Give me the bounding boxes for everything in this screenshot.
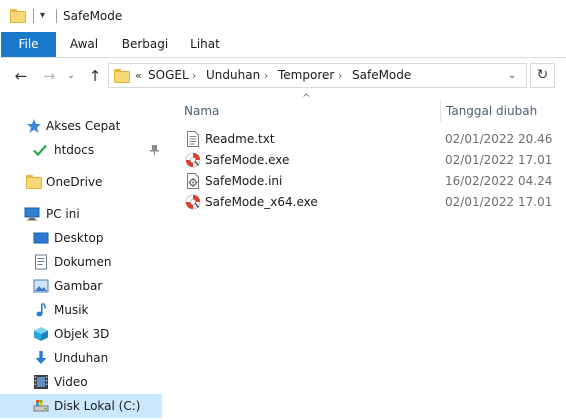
file-date: 16/02/2022 04.24	[445, 174, 553, 188]
column-header-date-modified[interactable]: Tanggal diubah	[440, 100, 566, 122]
nav-item-downloads[interactable]: Unduhan	[0, 346, 168, 370]
drive-icon	[33, 400, 49, 412]
quick-access-dropdown-icon[interactable]: ▾	[40, 8, 45, 24]
file-date: 02/01/2022 20.46	[445, 132, 553, 146]
file-row[interactable]: SafeMode.ini 16/02/2022 04.24	[176, 171, 566, 192]
check-icon	[33, 144, 47, 157]
nav-item-quick-access[interactable]: Akses Cepat	[0, 114, 168, 138]
config-file-icon	[187, 173, 199, 189]
tab-file[interactable]: File	[1, 32, 56, 57]
nav-item-documents[interactable]: Dokumen	[0, 250, 168, 274]
up-button[interactable]: ↑	[84, 66, 106, 86]
nav-item-htdocs[interactable]: htdocs	[0, 138, 168, 162]
navigation-bar: ← → ⌄ ↑ « SOGEL › Unduhan › Temporer › S…	[0, 58, 566, 94]
file-date: 02/01/2022 17.01	[445, 195, 553, 209]
nav-item-local-disk[interactable]: Disk Lokal (C:)	[0, 394, 162, 418]
breadcrumb-sogel[interactable]: SOGEL	[148, 64, 189, 87]
title-bar: ▾ SafeMode	[0, 0, 566, 32]
nav-item-label: Video	[54, 375, 88, 389]
lifebuoy-icon	[185, 194, 201, 210]
lifebuoy-icon	[185, 152, 201, 168]
nav-item-label: Dokumen	[54, 255, 112, 269]
nav-item-videos[interactable]: Video	[0, 370, 168, 394]
column-header-name[interactable]: Nama	[184, 100, 438, 122]
navigation-pane: Akses Cepat htdocs OneDrive PC ini Deskt…	[0, 94, 168, 420]
nav-item-label: Musik	[54, 303, 89, 317]
picture-icon	[33, 279, 49, 293]
folder-icon	[10, 9, 26, 23]
tab-berbagi[interactable]: Berbagi	[114, 32, 176, 57]
toolbar-divider	[33, 9, 34, 23]
breadcrumb-overflow-button[interactable]: «	[135, 64, 142, 87]
file-list: ^ Nama Tanggal diubah Readme.txt 02/01/2…	[168, 94, 566, 420]
file-name: Readme.txt	[205, 132, 275, 146]
breadcrumb-unduhan[interactable]: Unduhan	[206, 64, 260, 87]
nav-item-pictures[interactable]: Gambar	[0, 274, 168, 298]
breadcrumb-separator[interactable]: ›	[264, 64, 268, 87]
nav-item-label: Disk Lokal (C:)	[54, 399, 141, 413]
nav-item-label: Objek 3D	[54, 327, 110, 341]
cube-icon	[34, 327, 48, 341]
breadcrumb-temporer[interactable]: Temporer	[278, 64, 334, 87]
nav-item-music[interactable]: Musik	[0, 298, 168, 322]
nav-item-label: Unduhan	[54, 351, 109, 365]
nav-item-this-pc[interactable]: PC ini	[0, 202, 168, 226]
file-name: SafeMode_x64.exe	[205, 195, 318, 209]
folder-icon	[26, 175, 42, 189]
file-name: SafeMode.ini	[205, 174, 283, 188]
file-row[interactable]: Readme.txt 02/01/2022 20.46	[176, 129, 566, 150]
text-file-icon	[187, 131, 199, 147]
pin-icon[interactable]	[149, 144, 160, 156]
star-icon	[27, 119, 41, 133]
breadcrumb-separator[interactable]: ›	[192, 64, 196, 87]
nav-item-label: OneDrive	[46, 175, 103, 189]
video-icon	[34, 375, 48, 389]
ribbon-tabs: File Awal Berbagi Lihat	[0, 32, 566, 58]
nav-item-desktop[interactable]: Desktop	[0, 226, 168, 250]
address-dropdown-icon[interactable]: ⌄	[508, 64, 516, 87]
nav-item-label: Gambar	[54, 279, 103, 293]
tab-lihat[interactable]: Lihat	[184, 32, 226, 57]
tab-awal[interactable]: Awal	[62, 32, 106, 57]
file-name: SafeMode.exe	[205, 153, 290, 167]
nav-item-onedrive[interactable]: OneDrive	[0, 170, 168, 194]
forward-button[interactable]: →	[38, 66, 60, 86]
nav-item-3d-objects[interactable]: Objek 3D	[0, 322, 168, 346]
breadcrumb-safemode[interactable]: SafeMode	[352, 64, 411, 87]
nav-item-label: htdocs	[54, 143, 95, 157]
recent-locations-button[interactable]: ⌄	[64, 66, 78, 86]
refresh-button[interactable]: ↻	[530, 63, 555, 88]
toolbar-divider	[56, 9, 57, 23]
folder-icon	[114, 69, 130, 83]
window-title: SafeMode	[63, 9, 123, 23]
file-date: 02/01/2022 17.01	[445, 153, 553, 167]
nav-item-label: Desktop	[54, 231, 104, 245]
nav-item-label: PC ini	[46, 207, 80, 221]
file-row[interactable]: SafeMode.exe 02/01/2022 17.01	[176, 150, 566, 171]
address-bar[interactable]: « SOGEL › Unduhan › Temporer › SafeMode …	[108, 63, 527, 88]
document-icon	[35, 254, 47, 270]
breadcrumb-separator[interactable]: ›	[338, 64, 342, 87]
back-button[interactable]: ←	[10, 66, 32, 86]
music-icon	[36, 302, 46, 317]
file-row[interactable]: SafeMode_x64.exe 02/01/2022 17.01	[176, 192, 566, 213]
download-icon	[35, 351, 47, 364]
desktop-icon	[33, 232, 49, 244]
nav-item-label: Akses Cepat	[46, 119, 121, 133]
pc-icon	[24, 207, 40, 221]
